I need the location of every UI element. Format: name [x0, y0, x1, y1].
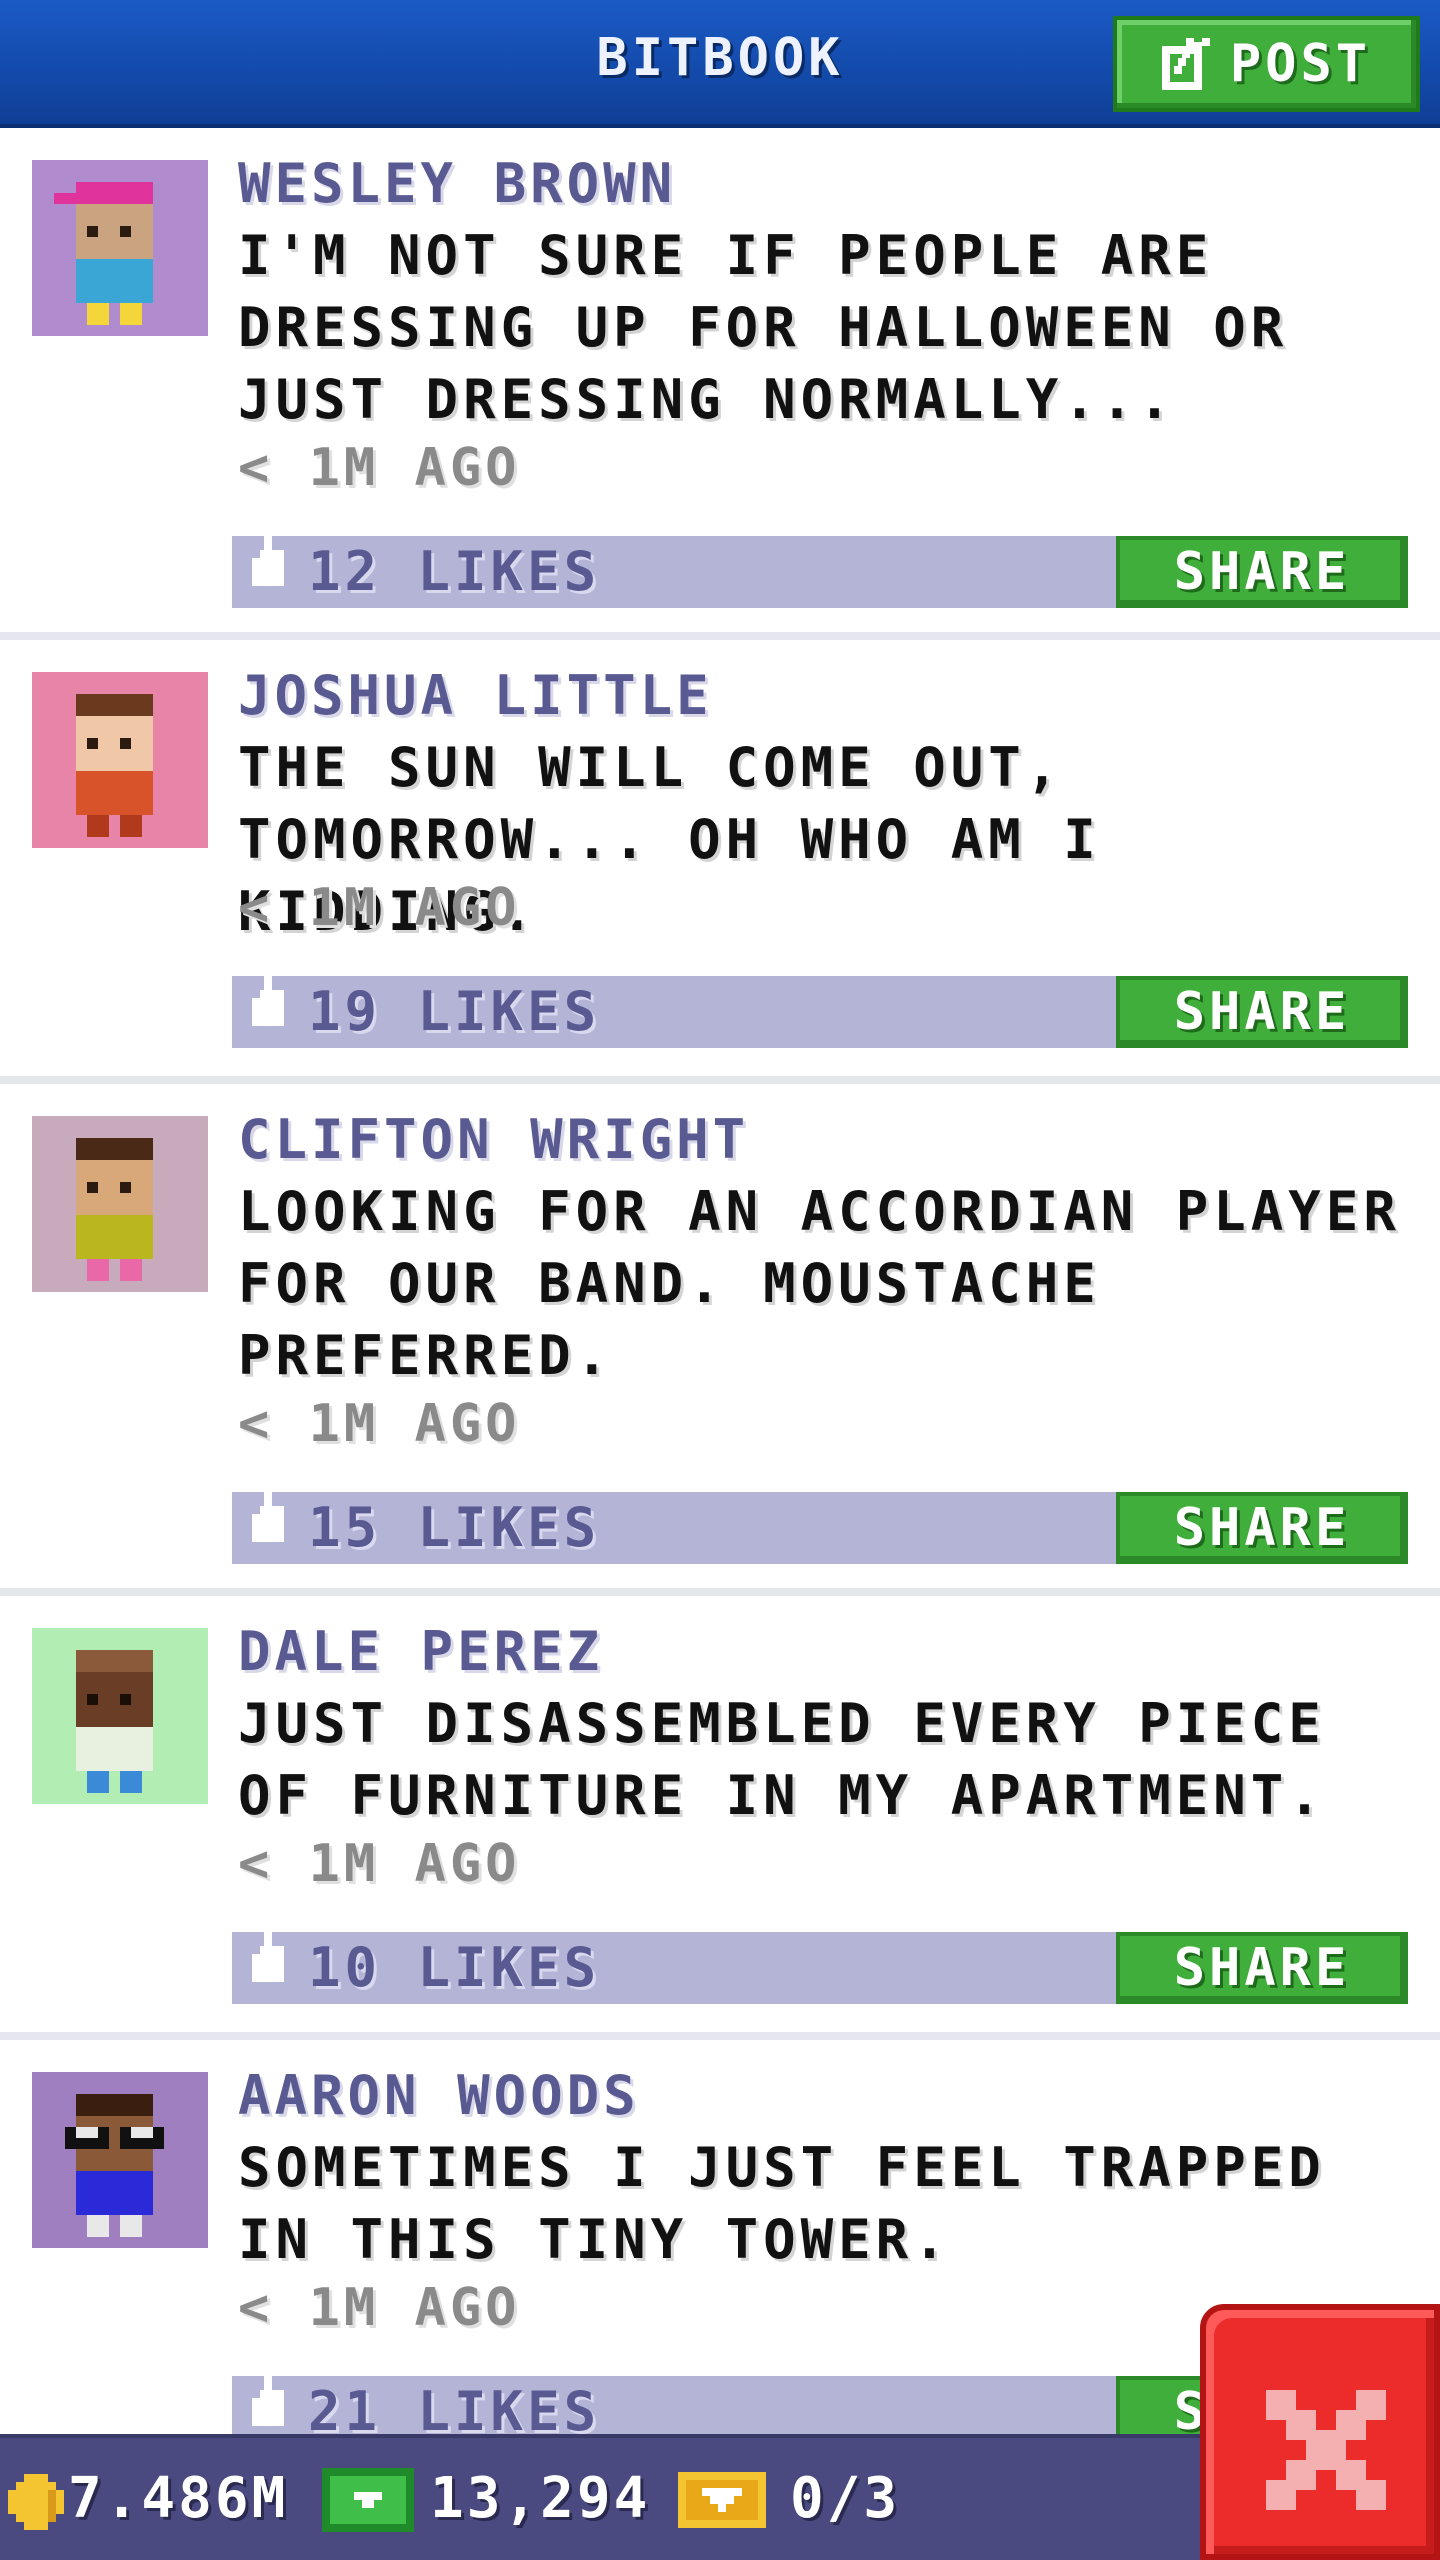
share-button[interactable]: SHARE: [1116, 536, 1408, 608]
post-author[interactable]: JOSHUA LITTLE: [238, 664, 713, 727]
app-header: BITBOOK POST: [0, 0, 1440, 128]
post-message: LOOKING FOR AN ACCORDIAN PLAYER FOR OUR …: [238, 1180, 1401, 1387]
likes-bar: 19 LIKES SHARE: [232, 962, 1408, 1048]
edit-icon: [1161, 38, 1214, 90]
post-card: WESLEY BROWN I'M NOT SURE IF PEOPLE ARE …: [0, 132, 1440, 640]
thumbs-up-icon[interactable]: [248, 2362, 292, 2434]
likes-count: 19 LIKES: [308, 980, 601, 1043]
share-button[interactable]: SHARE: [1116, 1932, 1408, 2004]
avatar[interactable]: [32, 672, 208, 848]
post-button[interactable]: POST: [1113, 16, 1420, 112]
post-author[interactable]: AARON WOODS: [238, 2064, 640, 2127]
likes-count: 12 LIKES: [308, 540, 601, 603]
share-button[interactable]: SHARE: [1116, 976, 1408, 1048]
share-button[interactable]: SHARE: [1116, 1492, 1408, 1564]
avatar[interactable]: [32, 2072, 208, 2248]
likes-count: 10 LIKES: [308, 1936, 601, 1999]
post-message: JUST DISASSEMBLED EVERY PIECE OF FURNITU…: [238, 1692, 1326, 1827]
coin-icon: [8, 2474, 64, 2534]
post-timestamp: < 1M AGO: [238, 438, 521, 498]
coins-count: 7.486M: [68, 2466, 289, 2531]
post-card: DALE PEREZ JUST DISASSEMBLED EVERY PIECE…: [0, 1600, 1440, 2040]
likes-bar: 15 LIKES SHARE: [232, 1478, 1408, 1564]
thumbs-up-icon[interactable]: [248, 522, 292, 594]
post-card: JOSHUA LITTLE THE SUN WILL COME OUT, TOM…: [0, 644, 1440, 1084]
close-icon: [1266, 2390, 1386, 2510]
post-author[interactable]: DALE PEREZ: [238, 1620, 603, 1683]
tickets-count: 0/3: [790, 2466, 901, 2531]
post-timestamp: < 1M AGO: [238, 2278, 521, 2338]
bux-icon: [322, 2468, 414, 2536]
post-author[interactable]: CLIFTON WRIGHT: [238, 1108, 749, 1171]
avatar[interactable]: [32, 160, 208, 336]
post-timestamp: < 1M AGO: [238, 878, 521, 938]
thumbs-up-icon[interactable]: [248, 1918, 292, 1990]
post-message: I'M NOT SURE IF PEOPLE ARE DRESSING UP F…: [238, 224, 1289, 431]
thumbs-up-icon[interactable]: [248, 962, 292, 1034]
post-timestamp: < 1M AGO: [238, 1834, 521, 1894]
ticket-icon: [678, 2472, 766, 2532]
post-card: CLIFTON WRIGHT LOOKING FOR AN ACCORDIAN …: [0, 1088, 1440, 1596]
post-author[interactable]: WESLEY BROWN: [238, 152, 676, 215]
avatar[interactable]: [32, 1628, 208, 1804]
close-button[interactable]: [1200, 2304, 1440, 2560]
avatar[interactable]: [32, 1116, 208, 1292]
likes-count: 15 LIKES: [308, 1496, 601, 1559]
post-timestamp: < 1M AGO: [238, 1394, 521, 1454]
likes-bar: 12 LIKES SHARE: [232, 522, 1408, 608]
likes-bar: 10 LIKES SHARE: [232, 1918, 1408, 2004]
post-button-label: POST: [1229, 34, 1372, 94]
bux-count: 13,294: [430, 2466, 651, 2531]
thumbs-up-icon[interactable]: [248, 1478, 292, 1550]
post-message: SOMETIMES I JUST FEEL TRAPPED IN THIS TI…: [238, 2136, 1326, 2271]
